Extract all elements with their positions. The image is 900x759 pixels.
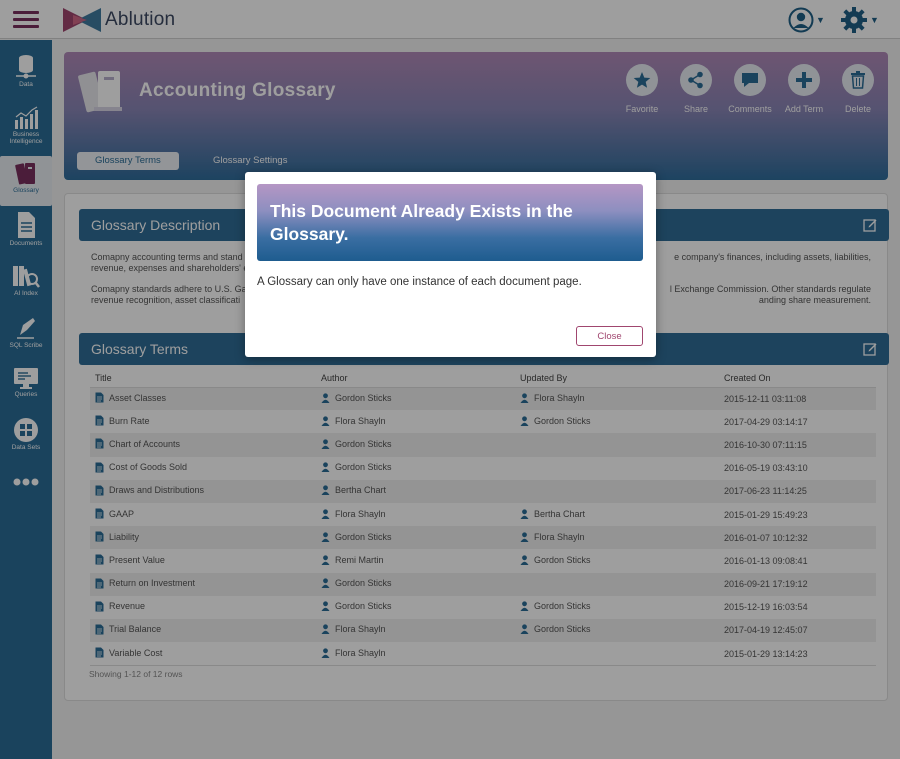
dialog-title: This Document Already Exists in the Glos…	[270, 201, 573, 244]
dialog-message: A Glossary can only have one instance of…	[257, 276, 582, 288]
modal-overlay[interactable]	[0, 0, 900, 759]
close-button[interactable]: Close	[576, 326, 643, 346]
dialog-header: This Document Already Exists in the Glos…	[257, 184, 643, 261]
duplicate-document-dialog: This Document Already Exists in the Glos…	[245, 172, 656, 357]
